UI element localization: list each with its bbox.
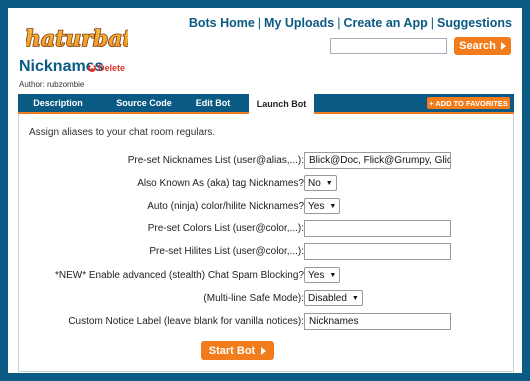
field-row: Pre-set Hilites List (user@color,...): xyxy=(19,243,513,261)
field-label: Custom Notice Label (leave blank for van… xyxy=(68,316,304,327)
field-label: Pre-set Hilites List (user@color,...): xyxy=(149,246,304,257)
delete-link[interactable]: ✖ Delete xyxy=(88,63,125,73)
field-row: Pre-set Colors List (user@color,...): xyxy=(19,220,513,238)
field-label: (Multi-line Safe Mode): xyxy=(203,293,304,304)
field-row: *NEW* Enable advanced (stealth) Chat Spa… xyxy=(19,267,513,285)
delete-icon: ✖ xyxy=(88,64,96,72)
nav-suggestions[interactable]: Suggestions xyxy=(437,16,512,30)
caret-down-icon: ▼ xyxy=(325,179,333,187)
delete-label: Delete xyxy=(98,63,126,73)
field-label: Pre-set Colors List (user@color,...): xyxy=(147,223,304,234)
nicknames-list-input[interactable]: Blick@Doc, Flick@Grumpy, Glick@Ha xyxy=(304,152,451,169)
hilites-list-input[interactable] xyxy=(304,243,451,260)
nav-bots-home[interactable]: Bots Home xyxy=(189,16,255,30)
field-row: Also Known As (aka) tag Nicknames? No ▼ xyxy=(19,175,513,193)
auto-color-select[interactable]: Yes ▼ xyxy=(304,198,341,214)
select-value: Disabled xyxy=(308,292,347,304)
start-bot-button[interactable]: Start Bot xyxy=(201,341,274,360)
tab-description[interactable]: Description xyxy=(28,94,88,112)
main-panel: Chaturbate Bots Home|My Uploads|Create a… xyxy=(8,8,522,373)
caret-down-icon: ▼ xyxy=(351,294,359,302)
select-value: Yes xyxy=(308,269,325,281)
tab-edit-bot[interactable]: Edit Bot xyxy=(186,94,240,112)
nav-my-uploads[interactable]: My Uploads xyxy=(264,16,334,30)
search-button[interactable]: Search xyxy=(454,37,511,55)
field-label: *NEW* Enable advanced (stealth) Chat Spa… xyxy=(54,270,304,281)
chevron-right-icon xyxy=(261,346,267,355)
select-value: No xyxy=(308,177,321,189)
nav-create-app[interactable]: Create an App xyxy=(343,16,427,30)
field-label: Auto (ninja) color/hilite Nicknames? xyxy=(147,201,304,212)
add-to-favorites-button[interactable]: + ADD TO FAVORITES xyxy=(427,97,510,109)
select-value: Yes xyxy=(308,200,325,212)
start-bot-label: Start Bot xyxy=(208,344,256,357)
tab-bar: Description Source Code Edit Bot Launch … xyxy=(18,94,514,114)
spam-blocking-select[interactable]: Yes ▼ xyxy=(304,267,341,283)
field-label: Also Known As (aka) tag Nicknames? xyxy=(137,178,304,189)
search-input[interactable] xyxy=(330,38,447,54)
field-row: (Multi-line Safe Mode): Disabled ▼ xyxy=(19,290,513,308)
field-row: Custom Notice Label (leave blank for van… xyxy=(19,313,513,331)
chaturbate-logo[interactable]: Chaturbate xyxy=(26,20,128,56)
chevron-right-icon xyxy=(500,42,506,50)
tab-source-code[interactable]: Source Code xyxy=(110,94,178,112)
field-row: Pre-set Nicknames List (user@alias,...):… xyxy=(19,152,513,170)
colors-list-input[interactable] xyxy=(304,220,451,237)
field-row: Auto (ninja) color/hilite Nicknames? Yes… xyxy=(19,198,513,216)
tab-launch-bot[interactable]: Launch Bot xyxy=(249,94,314,114)
author-line: Author: rubzombie xyxy=(19,80,85,89)
launch-form: Assign aliases to your chat room regular… xyxy=(18,114,514,372)
top-nav: Bots Home | My Uploads | Create an App | Sugge… xyxy=(188,16,512,30)
logo-text: Chaturbate xyxy=(26,26,128,52)
search-button-label: Search xyxy=(459,40,496,52)
field-label: Pre-set Nicknames List (user@alias,...): xyxy=(127,155,304,166)
caret-down-icon: ▼ xyxy=(329,271,337,279)
intro-text: Assign aliases to your chat room regular… xyxy=(29,127,216,138)
multiline-safe-select[interactable]: Disabled ▼ xyxy=(304,290,363,306)
caret-down-icon: ▼ xyxy=(329,202,337,210)
aka-tag-select[interactable]: No ▼ xyxy=(304,175,337,191)
notice-label-input[interactable]: Nicknames xyxy=(304,313,451,330)
